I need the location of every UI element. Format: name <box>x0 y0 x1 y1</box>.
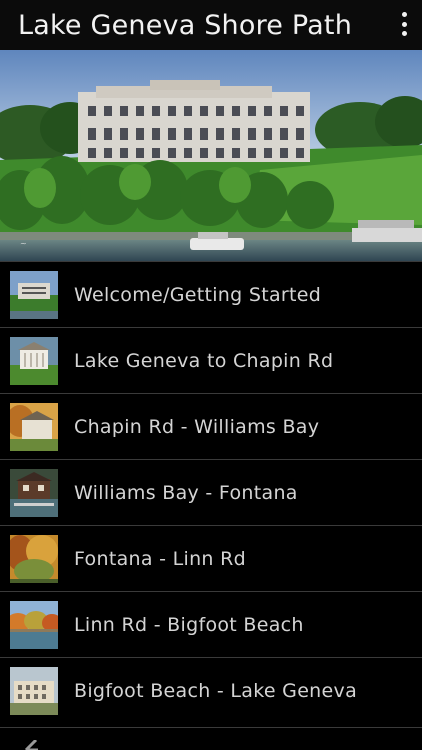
svg-text:~: ~ <box>20 239 27 248</box>
route-row-bigfoot-lake-geneva[interactable]: Bigfoot Beach - Lake Geneva <box>0 657 422 723</box>
lake-shore-thumbnail <box>10 600 58 649</box>
boathouse-thumbnail <box>10 468 58 517</box>
menu-dot <box>401 31 407 36</box>
route-label: Williams Bay - Fontana <box>74 481 298 504</box>
manor-thumbnail <box>10 666 58 715</box>
route-label: Chapin Rd - Williams Bay <box>74 415 320 438</box>
app-title: Lake Geneva Shore Path <box>18 9 353 41</box>
mansion-thumbnail <box>10 270 58 319</box>
route-row-welcome[interactable]: Welcome/Getting Started <box>0 261 422 327</box>
route-label: Bigfoot Beach - Lake Geneva <box>74 679 358 702</box>
overflow-menu-icon[interactable] <box>398 12 410 36</box>
lakeside-mansion-photo: ~ <box>0 50 422 261</box>
route-row-chapin-williams[interactable]: Chapin Rd - Williams Bay <box>0 393 422 459</box>
route-label: Linn Rd - Bigfoot Beach <box>74 613 304 636</box>
route-label: Fontana - Linn Rd <box>74 547 246 570</box>
route-label: Welcome/Getting Started <box>74 283 322 306</box>
back-arrow-icon[interactable] <box>24 740 44 750</box>
route-row-lake-geneva-chapin[interactable]: Lake Geneva to Chapin Rd <box>0 327 422 393</box>
route-row-williams-fontana[interactable]: Williams Bay - Fontana <box>0 459 422 525</box>
hero-image: ~ <box>0 50 422 261</box>
route-label: Lake Geneva to Chapin Rd <box>74 349 334 372</box>
columned-house-thumbnail <box>10 336 58 385</box>
menu-dot <box>401 12 407 17</box>
menu-dot <box>401 21 407 27</box>
app-bar: Lake Geneva Shore Path <box>0 0 422 50</box>
route-row-fontana-linn[interactable]: Fontana - Linn Rd <box>0 525 422 591</box>
bottom-bar <box>0 727 422 750</box>
route-row-linn-bigfoot[interactable]: Linn Rd - Bigfoot Beach <box>0 591 422 657</box>
route-list: Welcome/Getting Started Lake Geneva to C… <box>0 261 422 723</box>
autumn-trees-thumbnail <box>10 534 58 583</box>
estate-thumbnail <box>10 402 58 451</box>
